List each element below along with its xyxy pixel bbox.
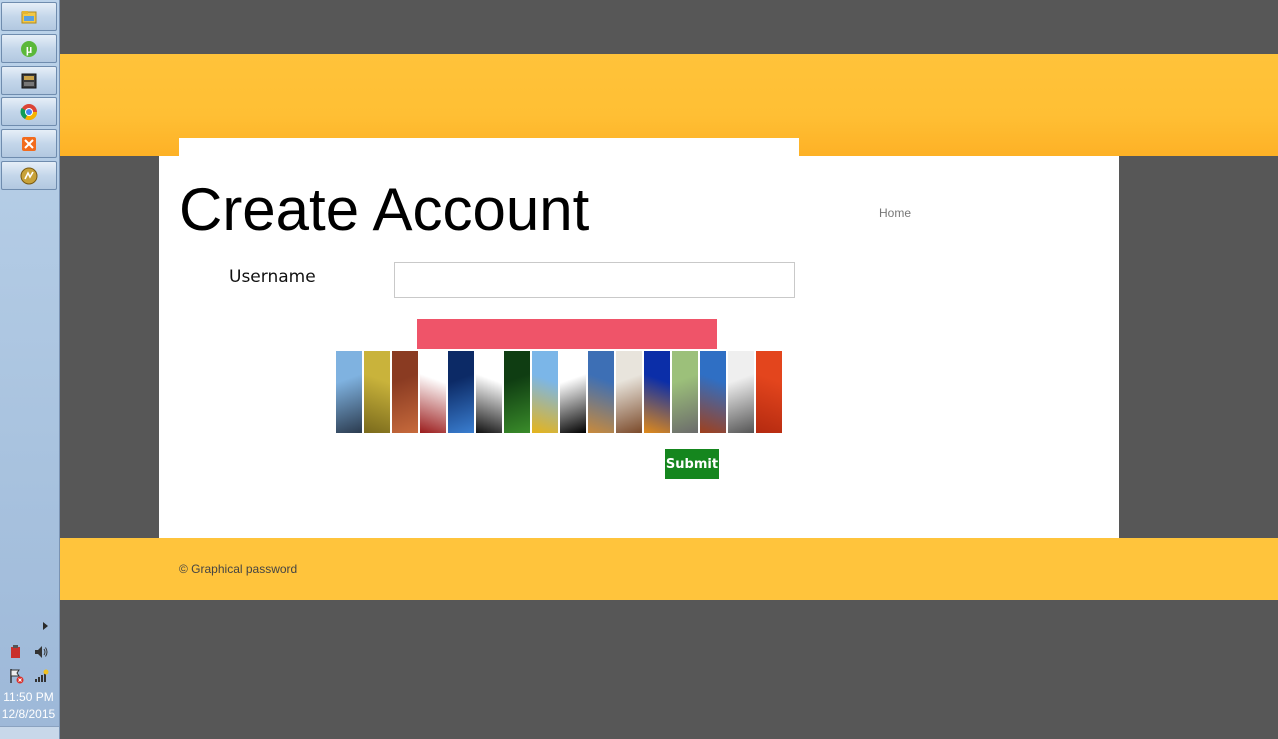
svg-text:µ: µ [26,44,32,56]
dreamweaver-icon [20,167,38,184]
image-tile-desert-rocks[interactable] [392,351,418,433]
show-hidden-icons-arrow-icon[interactable] [43,622,48,630]
nav-home-link[interactable]: Home [879,206,911,220]
content-tab [179,138,799,156]
image-tile-blue-jellyfish[interactable] [448,351,474,433]
clock-time[interactable]: 11:50 PM [0,690,57,704]
taskbar-button-chrome[interactable] [1,97,57,126]
image-tile-red-flower[interactable] [756,351,782,433]
image-tile-lighthouse[interactable] [588,351,614,433]
image-tile-green-leaves[interactable] [504,351,530,433]
chrome-icon [20,103,38,120]
image-tile-penguin[interactable] [336,351,362,433]
folder-icon [21,10,37,23]
image-tile-koala[interactable] [728,351,754,433]
alert-bar [417,319,717,349]
image-tile-paper-shape[interactable] [616,351,642,433]
taskbar: µ 11:50 PM 12/8/2015 [0,0,60,739]
image-selection-strip [336,351,782,433]
system-tray: 11:50 PM 12/8/2015 [0,612,59,739]
show-desktop-button[interactable] [0,726,59,739]
taskbar-button-console[interactable] [1,66,57,95]
taskbar-button-xampp[interactable] [1,129,57,158]
taskbar-button-dreamweaver[interactable] [1,161,57,190]
taskbar-button-utorrent[interactable]: µ [1,34,57,63]
usb-device-icon[interactable] [8,644,24,660]
xampp-icon [22,136,36,151]
image-tile-chat-bubble[interactable] [476,351,502,433]
image-tile-blue-orange[interactable] [644,351,670,433]
network-icon[interactable] [33,668,49,684]
console-icon [21,73,37,88]
username-input[interactable] [394,262,795,298]
taskbar-button-explorer[interactable] [1,2,57,31]
footer-copyright: © Graphical password [179,562,298,576]
image-tile-bell-outline[interactable] [560,351,586,433]
image-tile-yellow-leaf[interactable] [364,351,390,433]
clock-date[interactable]: 12/8/2015 [0,707,57,721]
image-tile-red-logo[interactable] [420,351,446,433]
action-center-flag-icon[interactable] [8,668,24,684]
image-tile-koala-green[interactable] [672,351,698,433]
image-tile-yellow-tulips[interactable] [532,351,558,433]
image-tile-canyon[interactable] [700,351,726,433]
utorrent-icon: µ [21,40,37,57]
page-title: Create Account [179,176,590,243]
username-label: Username [229,267,316,287]
volume-icon[interactable] [33,644,49,660]
submit-button[interactable]: Submit [665,449,719,479]
